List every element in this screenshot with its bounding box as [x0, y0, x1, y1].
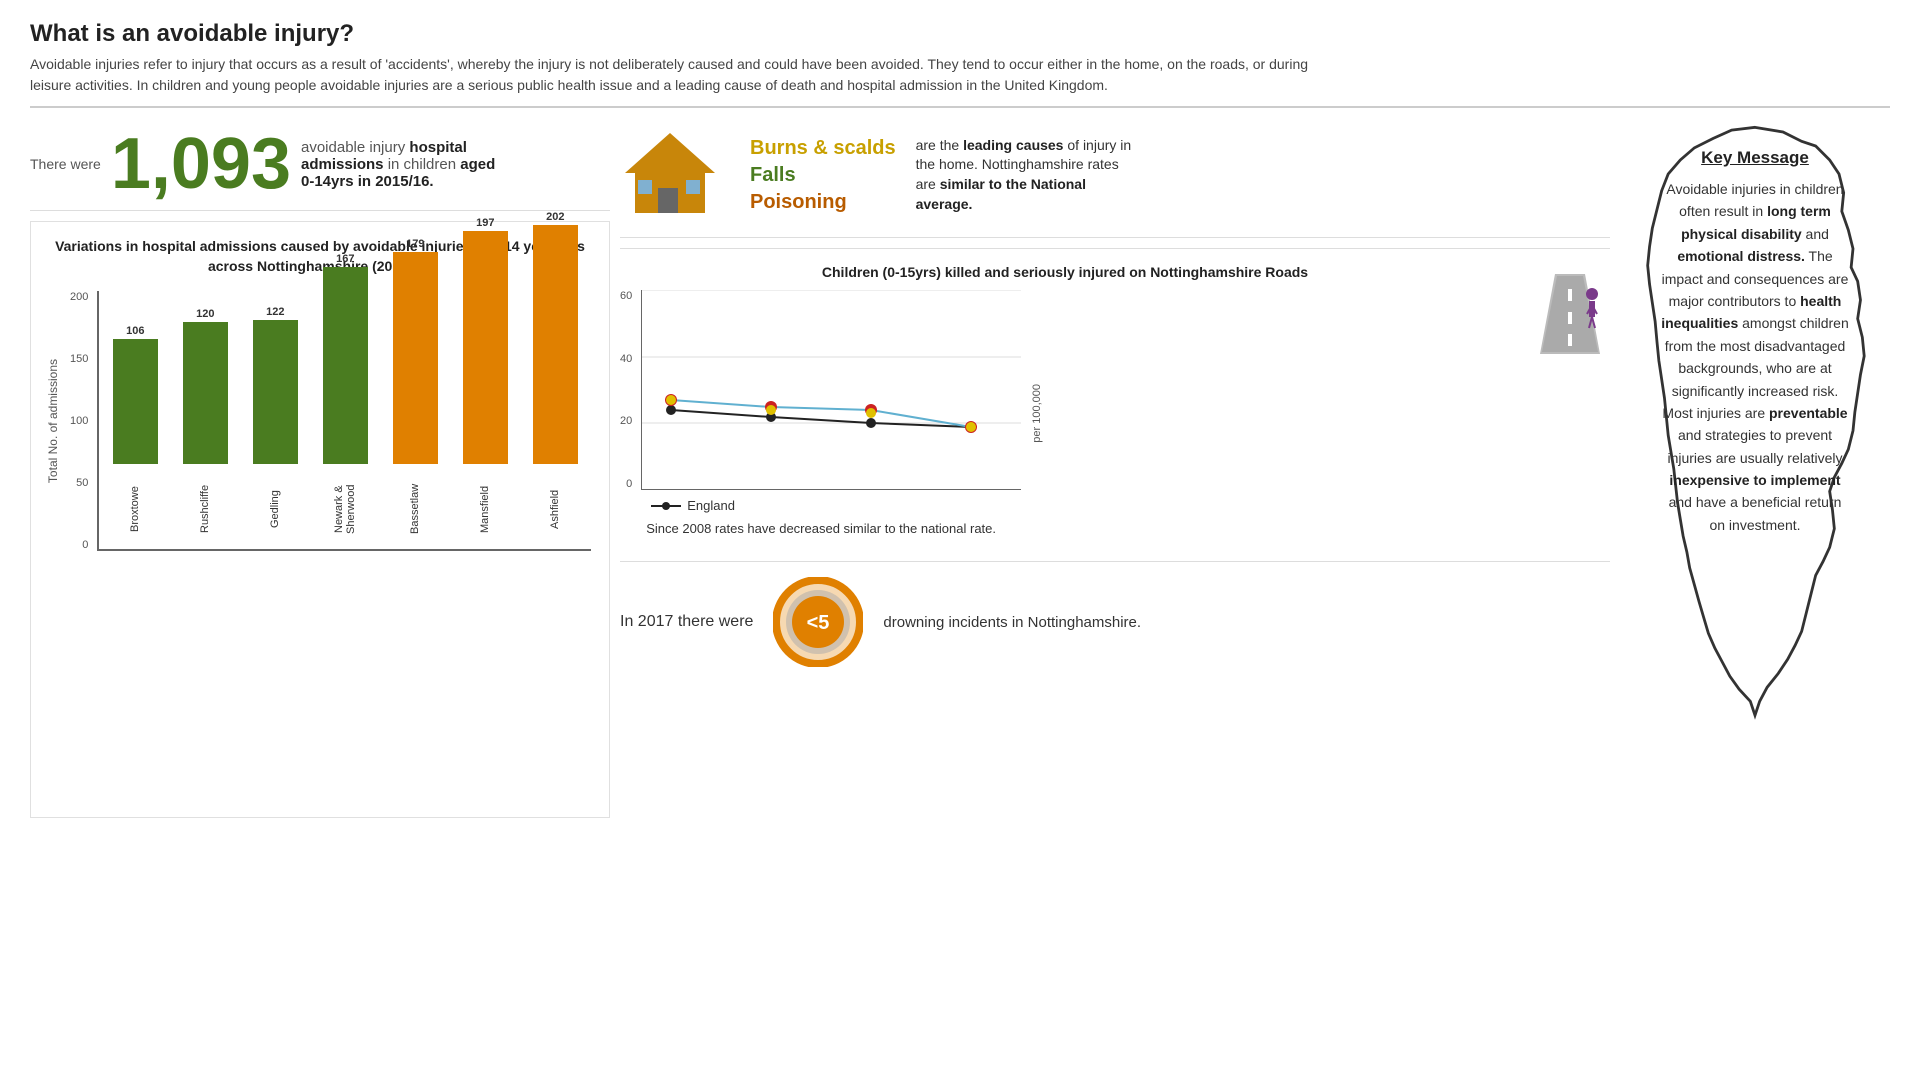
drowning-suffix: drowning incidents in Nottinghamshire. [883, 614, 1141, 631]
bar-group: 179 Bassetlaw [384, 238, 446, 549]
y-tick-50: 50 [76, 477, 88, 489]
cause-burns: Burns & scalds [750, 137, 896, 160]
causes-row: Burns & scalds Falls Poisoning are the l… [620, 118, 1610, 238]
middle-column: Burns & scalds Falls Poisoning are the l… [620, 118, 1610, 818]
y-tick-0: 0 [82, 539, 88, 551]
bar-chart-section: Variations in hospital admissions caused… [30, 221, 610, 818]
bar-group: 120 Rushcliffe [174, 308, 236, 549]
bar-group: 197 Mansfield [454, 217, 516, 549]
bar-label: Ashfield [549, 469, 561, 549]
causes-description: are the leading causes of injury in the … [916, 136, 1136, 214]
bar-label: Mansfield [479, 469, 491, 549]
line-chart-note: Since 2008 rates have decreased similar … [646, 521, 1021, 536]
house-icon-container [620, 128, 730, 222]
bar-label: Newark & Sherwood [333, 469, 357, 549]
bar-chart-y-label: Total No. of admissions [46, 359, 60, 483]
header-section: What is an avoidable injury? Avoidable i… [30, 20, 1890, 108]
bar-rect [323, 267, 368, 464]
svg-text:<5: <5 [807, 612, 830, 634]
house-icon [620, 128, 720, 218]
stat-description: avoidable injury hospital admissions in … [301, 139, 501, 190]
right-column: Key Message Avoidable injuries in childr… [1620, 118, 1890, 818]
drowning-section: In 2017 there were <5 [620, 561, 1610, 682]
legend-england: England [651, 498, 1021, 513]
bar-label: Broxtowe [129, 469, 141, 549]
bar-value-label: 120 [196, 308, 214, 320]
legend-england-icon [651, 499, 681, 513]
bar-rect [463, 231, 508, 464]
bar-value-label: 122 [266, 306, 284, 318]
line-chart-section: Children (0-15yrs) killed and seriously … [620, 248, 1610, 551]
drowning-icon: <5 [773, 577, 863, 667]
stats-row: There were 1,093 avoidable injury hospit… [30, 118, 610, 211]
bar-label: Bassetlaw [409, 469, 421, 549]
page-title: What is an avoidable injury? [30, 20, 1890, 48]
bar-rect [183, 322, 228, 464]
causes-text: Burns & scalds Falls Poisoning [750, 137, 896, 214]
drowning-prefix: In 2017 there were [620, 613, 753, 631]
bar-value-label: 106 [126, 325, 144, 337]
road-icon [1535, 264, 1605, 364]
line-chart-svg: 2008 - 10 2010 - 12 2012 - 14 2014 - 16 [641, 290, 1021, 490]
road-icon-container [1530, 264, 1610, 364]
bar-value-label: 202 [546, 211, 564, 223]
bar-rect [113, 339, 158, 464]
left-column: There were 1,093 avoidable injury hospit… [30, 118, 610, 818]
legend-england-label: England [687, 498, 735, 513]
line-chart-y-label: per 100,000 [1031, 384, 1043, 443]
bar-group: 122 Gedling [244, 306, 306, 549]
stat-number: 1,093 [111, 128, 291, 200]
header-description: Avoidable injuries refer to injury that … [30, 54, 1330, 96]
line-chart-title: Children (0-15yrs) killed and seriously … [620, 264, 1510, 280]
key-message-content: Key Message Avoidable injuries in childr… [1635, 118, 1875, 566]
bar-group: 202 Ashfield [524, 211, 586, 549]
lc-y-40: 40 [620, 353, 632, 365]
bar-group: 167 Newark & Sherwood [314, 253, 376, 549]
key-message-title: Key Message [1660, 148, 1850, 168]
cause-falls: Falls [750, 164, 896, 187]
lc-y-20: 20 [620, 415, 632, 427]
cause-poisoning: Poisoning [750, 191, 896, 214]
key-message-text: Avoidable injuries in children often res… [1660, 178, 1850, 536]
bar-value-label: 167 [336, 253, 354, 265]
bar-label: Rushcliffe [199, 469, 211, 549]
y-tick-150: 150 [70, 353, 88, 365]
lc-y-0: 0 [626, 478, 632, 490]
bar-value-label: 197 [476, 217, 494, 229]
bar-rect [253, 320, 298, 464]
stat-prefix: There were [30, 156, 101, 172]
stat-block: There were 1,093 avoidable injury hospit… [30, 128, 501, 200]
drowning-badge-icon: <5 [773, 577, 863, 667]
y-tick-100: 100 [70, 415, 88, 427]
y-tick-200: 200 [70, 291, 88, 303]
bar-label: Gedling [269, 469, 281, 549]
bar-rect [393, 252, 438, 464]
bar-group: 106 Broxtowe [104, 325, 166, 549]
bar-value-label: 179 [406, 238, 424, 250]
lc-y-60: 60 [620, 290, 632, 302]
bar-rect [533, 225, 578, 464]
